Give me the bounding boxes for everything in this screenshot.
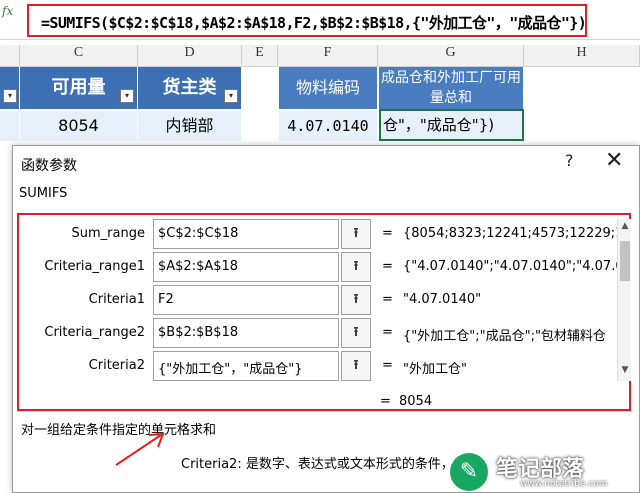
header-text-d: 货主类 — [162, 77, 217, 98]
data-cell-f2[interactable]: 4.07.0140 — [279, 111, 377, 141]
scroll-down-icon[interactable]: ▼ — [618, 365, 632, 379]
data-cell-d2[interactable]: 内销部 — [138, 111, 241, 141]
arg-row-sum-range: Sum_range $C$2:$C$18 ⭱ = {8054;8323;1224… — [19, 217, 619, 251]
dialog-title: 函数参数 — [21, 158, 77, 174]
formula-result: 8054 — [399, 394, 433, 409]
arg-label: Criteria_range2 — [44, 325, 145, 340]
arg-label: Sum_range — [71, 226, 145, 241]
divider — [17, 411, 631, 412]
header-text-c: 可用量 — [51, 77, 106, 98]
arg-equals: = — [382, 325, 393, 340]
arg-input-sum-range[interactable]: $C$2:$C$18 — [153, 219, 339, 249]
arg-value: "4.07.0140" — [403, 292, 482, 307]
arg-input-criteria-range1[interactable]: $A$2:$A$18 — [153, 252, 339, 282]
column-header-d[interactable]: D — [138, 45, 242, 67]
formula-text: =SUMIFS($C$2:$C$18,$A$2:$A$18,F2,$B$2:$B… — [41, 14, 587, 32]
data-cell-c2[interactable]: 8054 — [20, 111, 137, 141]
arguments-scrollbar[interactable]: ▲ ▼ — [617, 219, 631, 381]
result-equals: = — [380, 394, 391, 409]
column-headers: C D E F G H — [0, 45, 640, 67]
filter-dropdown-icon[interactable]: ▾ — [120, 89, 134, 103]
collapse-dialog-icon[interactable]: ⭱ — [341, 219, 371, 249]
header-cell-b[interactable]: ▾ — [0, 67, 19, 109]
header-cell-f[interactable]: 物料编码 — [279, 67, 377, 109]
collapse-dialog-icon[interactable]: ⭱ — [341, 285, 371, 315]
fx-icon[interactable]: fx — [2, 4, 20, 22]
arg-value: {"外加工仓";"成品仓";"包材辅料仓 — [403, 329, 606, 344]
arg-row-criteria-range1: Criteria_range1 $A$2:$A$18 ⭱ = {"4.07.01… — [19, 250, 619, 284]
arg-input-criteria1[interactable]: F2 — [153, 285, 339, 315]
collapse-dialog-icon[interactable]: ⭱ — [341, 252, 371, 282]
header-cell-g[interactable]: 成品仓和外加工厂可用量总和 — [379, 67, 523, 109]
column-header-partial[interactable] — [0, 45, 20, 67]
arg-row-criteria1: Criteria1 F2 ⭱ = "4.07.0140" — [19, 283, 619, 317]
arg-equals: = — [382, 292, 393, 307]
arg-label: Criteria_range1 — [44, 259, 145, 274]
formula-input[interactable]: =SUMIFS($C$2:$C$18,$A$2:$A$18,F2,$B$2:$B… — [27, 4, 587, 37]
scroll-up-icon[interactable]: ▲ — [618, 221, 632, 235]
watermark-logo-icon: ✎ — [450, 453, 488, 491]
data-cell-b2[interactable] — [0, 111, 19, 141]
collapse-dialog-icon[interactable]: ⭱ — [341, 318, 371, 348]
filter-dropdown-icon[interactable]: ▾ — [224, 89, 238, 103]
arg-value: {8054;8323;12241;4573;12229;1 — [403, 226, 617, 241]
function-arguments-dialog: 函数参数 ? ✕ SUMIFS Sum_range $C$2:$C$18 ⭱ =… — [12, 145, 640, 493]
watermark-url: www.notetribe.com — [520, 479, 608, 489]
arg-equals: = — [382, 358, 393, 373]
arg-equals: = — [382, 226, 393, 241]
column-header-h[interactable]: H — [524, 45, 640, 67]
column-header-c[interactable]: C — [20, 45, 138, 67]
arg-label: Criteria2 — [88, 358, 145, 373]
arg-equals: = — [382, 259, 393, 274]
arg-row-criteria-range2: Criteria_range2 $B$2:$B$18 ⭱ = {"外加工仓";"… — [19, 316, 619, 350]
collapse-dialog-icon[interactable]: ⭱ — [341, 351, 371, 381]
arg-value: "外加工仓" — [403, 362, 467, 377]
arg-input-criteria-range2[interactable]: $B$2:$B$18 — [153, 318, 339, 348]
function-name: SUMIFS — [19, 186, 72, 201]
active-cell-g2[interactable]: 仓"，"成品仓"}) — [379, 109, 524, 141]
column-header-e[interactable]: E — [242, 45, 278, 67]
header-cell-c[interactable]: 可用量 ▾ — [20, 67, 137, 109]
arg-row-criteria2: Criteria2 {"外加工仓"，"成品仓"} ⭱ = "外加工仓" — [19, 349, 619, 383]
filter-dropdown-icon[interactable]: ▾ — [3, 89, 17, 103]
column-header-f[interactable]: F — [278, 45, 378, 67]
header-cell-d[interactable]: 货主类 ▾ — [138, 67, 241, 109]
help-icon[interactable]: ? — [565, 151, 574, 170]
formula-bar: fx =SUMIFS($C$2:$C$18,$A$2:$A$18,F2,$B$2… — [0, 0, 640, 40]
arg-label: Criteria1 — [88, 292, 145, 307]
argument-description: Criteria2: 是数字、表达式或文本形式的条件，它定 — [181, 457, 480, 472]
scroll-thumb[interactable] — [620, 241, 630, 281]
arguments-panel: Sum_range $C$2:$C$18 ⭱ = {8054;8323;1224… — [17, 213, 631, 411]
annotation-arrow-icon — [115, 432, 165, 466]
column-header-g[interactable]: G — [378, 45, 524, 67]
close-icon[interactable]: ✕ — [605, 148, 623, 173]
arg-input-criteria2[interactable]: {"外加工仓"，"成品仓"} — [153, 351, 339, 381]
watermark: ✎ 笔记部落 www.notetribe.com — [450, 448, 640, 493]
arg-value: {"4.07.0140";"4.07.0140";"4.07.0 — [403, 259, 617, 274]
